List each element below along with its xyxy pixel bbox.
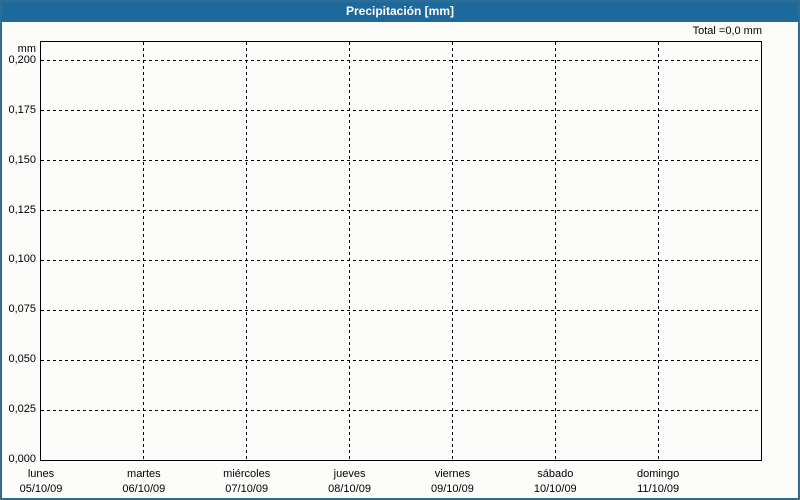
v-gridline xyxy=(451,42,453,460)
x-day-label: miércoles xyxy=(223,468,271,480)
x-day-label: jueves xyxy=(333,468,366,480)
y-tick-label: 0,125 xyxy=(8,203,36,216)
h-gridline xyxy=(41,309,761,311)
x-day-label: domingo xyxy=(637,468,680,480)
x-day-label: sábado xyxy=(537,468,574,480)
total-label: Total =0,0 mm xyxy=(692,25,762,37)
x-date-label: 06/10/09 xyxy=(122,483,166,495)
y-tick-label: 0,075 xyxy=(8,303,36,316)
x-date-label: 07/10/09 xyxy=(225,483,269,495)
h-gridline xyxy=(41,110,761,112)
y-tick-label: 0,150 xyxy=(8,153,36,166)
y-tick-label: 0,050 xyxy=(8,353,36,366)
x-date-label: 09/10/09 xyxy=(431,483,474,495)
plot-area xyxy=(40,41,762,461)
v-gridline xyxy=(349,42,351,460)
x-date-label: 08/10/09 xyxy=(328,483,371,495)
y-tick-label: 0,000 xyxy=(8,453,36,465)
h-gridline xyxy=(41,60,761,62)
h-gridline xyxy=(41,160,761,162)
v-gridline xyxy=(657,42,659,460)
v-gridline xyxy=(246,42,248,460)
x-date-label: 05/10/09 xyxy=(19,483,63,495)
v-gridline xyxy=(143,42,145,460)
x-day-label: viernes xyxy=(434,468,471,480)
h-gridline xyxy=(41,409,761,411)
chart-title-bar: Precipitación [mm] xyxy=(2,2,798,22)
h-gridline xyxy=(41,210,761,212)
v-gridline xyxy=(554,42,556,460)
y-tick-label: 0,025 xyxy=(8,403,36,416)
x-day-label: martes xyxy=(127,468,161,480)
h-gridline xyxy=(41,359,761,361)
chart-window: Precipitación [mm] Total =0,0 mm mm 0,00… xyxy=(0,0,800,500)
x-date-label: 11/10/09 xyxy=(637,483,680,495)
y-tick-label: 0,175 xyxy=(8,103,36,116)
h-gridline xyxy=(41,259,761,261)
chart-title: Precipitación [mm] xyxy=(345,4,455,18)
x-day-label: lunes xyxy=(27,468,55,480)
y-tick-label: 0,200 xyxy=(8,53,36,66)
y-tick-label: 0,100 xyxy=(8,253,36,266)
x-date-label: 10/10/09 xyxy=(533,483,577,495)
